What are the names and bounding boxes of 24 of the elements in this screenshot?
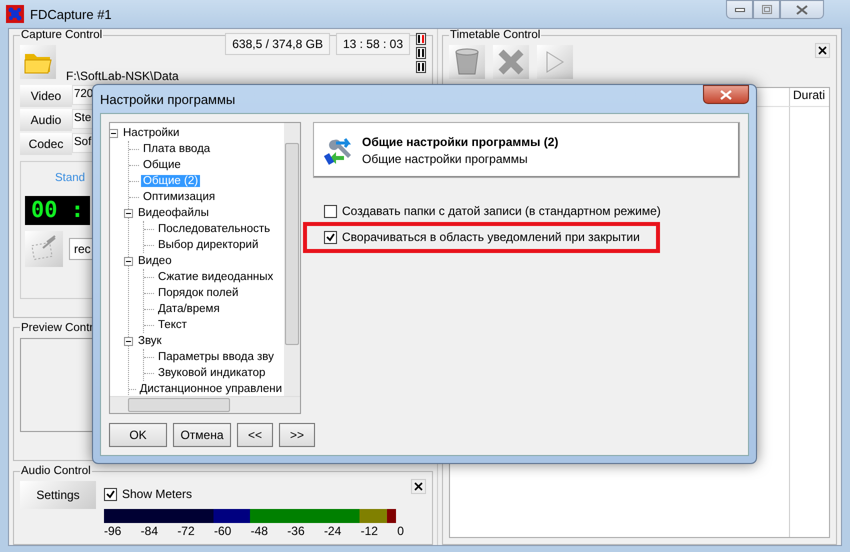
group-title: Capture Control [20, 29, 104, 41]
time-counter-display: 00 : [25, 196, 90, 225]
scale-label: -72 [177, 524, 195, 538]
scale-label: -96 [104, 524, 122, 538]
clock-readout: 13 : 58 : 03 [336, 33, 410, 55]
group-title: Preview Contr [20, 322, 94, 334]
scale-label: -12 [360, 524, 378, 538]
section-subtitle: Общие настройки программы [362, 152, 529, 166]
scale-label: -36 [287, 524, 305, 538]
section-title: Общие настройки программы (2) [362, 134, 558, 148]
scale-label: -84 [140, 524, 158, 538]
group-title: Timetable Control [449, 29, 542, 41]
scale-label: -60 [214, 524, 232, 538]
scale-label: 0 [397, 524, 404, 538]
window-title: FDCapture #1 [30, 6, 112, 22]
dialog-title: Настройки программы [100, 92, 236, 106]
checkbox-label: Создавать папки с датой записи (в стандартном режиме) [342, 204, 661, 218]
folder-path: F:\SoftLab-NSK\Data [66, 69, 179, 83]
group-title: Audio Control [20, 465, 92, 477]
checkbox-label: Show Meters [122, 487, 192, 501]
scale-label: -48 [250, 524, 268, 538]
scale-label: -24 [324, 524, 342, 538]
disk-space-readout: 638,5 / 374,8 GB [225, 33, 330, 55]
checkbox-label: Сворачиваться в область уведомлений при закрытии [342, 230, 640, 244]
